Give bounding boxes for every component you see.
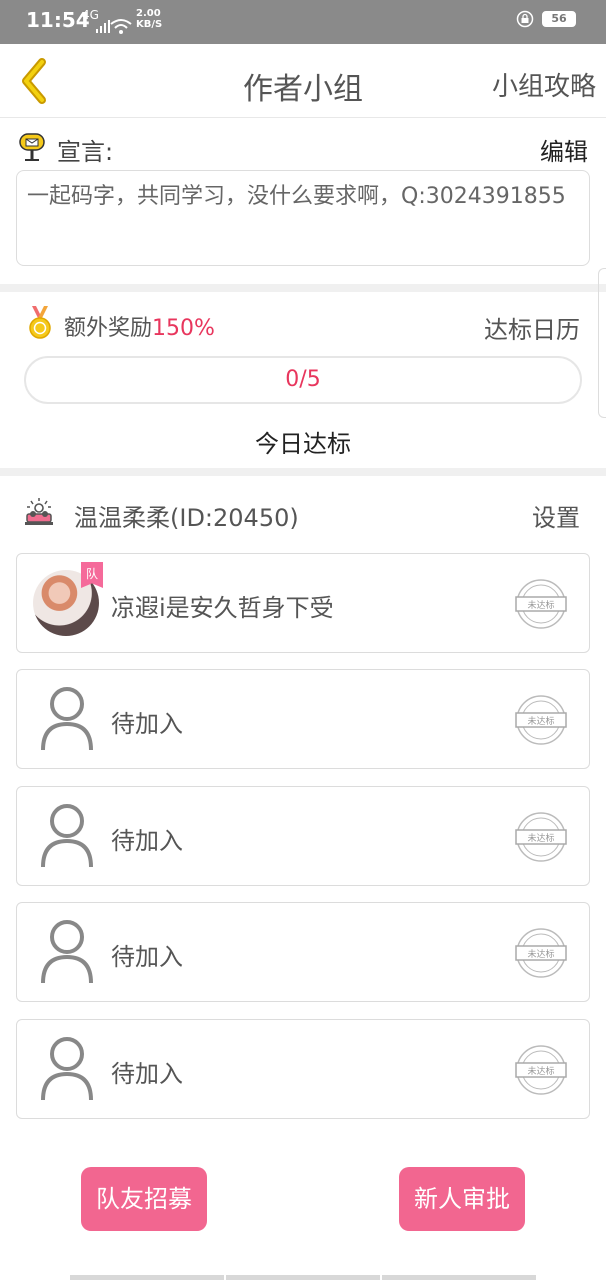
person-placeholder-icon: [41, 1037, 93, 1101]
reward-section: 额外奖励150% 达标日历 0/5 今日达标: [0, 292, 606, 468]
stamp-text: 未达标: [527, 832, 554, 844]
person-placeholder-icon: [41, 804, 93, 868]
mailbox-icon: [19, 133, 45, 161]
status-time: 11:54: [26, 8, 90, 32]
person-placeholder-icon: [41, 687, 93, 751]
not-reached-stamp-icon: 未达标: [515, 812, 567, 862]
stamp-text: 未达标: [527, 1065, 554, 1077]
team-name: 温温柔柔(ID:20450): [74, 504, 299, 532]
member-name: 待加入: [111, 710, 183, 738]
reward-label-text: 额外奖励: [64, 316, 153, 341]
recruit-teammates-button[interactable]: 队友招募: [81, 1167, 207, 1231]
new-member-approval-button[interactable]: 新人审批: [399, 1167, 525, 1231]
progress-text: 0/5: [285, 367, 321, 392]
edit-button[interactable]: 编辑: [540, 132, 588, 167]
member-card-pending[interactable]: 待加入 未达标: [16, 1019, 590, 1119]
member-name: 凉遐i是安久哲身下受: [111, 594, 334, 622]
not-reached-stamp-icon: 未达标: [515, 695, 567, 745]
daily-progress-bar: 0/5: [24, 356, 582, 404]
today-target-label: 今日达标: [255, 430, 351, 458]
manifesto-label: 宣言:: [57, 138, 114, 166]
stamp-text: 未达标: [527, 715, 554, 727]
manifesto-section: 宣言: 编辑 一起码字，共同学习，没什么要求啊，Q:3024391855: [0, 118, 606, 284]
team-icon: [25, 498, 53, 525]
status-bar: 11:54 4G 2.00 KB/S 56: [0, 0, 606, 44]
stamp-text: 未达标: [527, 599, 554, 611]
member-name: 待加入: [111, 827, 183, 855]
member-card[interactable]: 队 凉遐i是安久哲身下受 未达标: [16, 553, 590, 653]
extra-reward-label: 额外奖励150%: [64, 310, 215, 342]
section-divider: [0, 468, 606, 476]
stamp-text: 未达标: [527, 948, 554, 960]
not-reached-stamp-icon: 未达标: [515, 579, 567, 629]
status-right: 56: [516, 10, 576, 28]
member-card-pending[interactable]: 待加入 未达标: [16, 786, 590, 886]
side-drawer-handle[interactable]: [598, 268, 606, 418]
battery-icon: 56: [542, 11, 576, 27]
signal-icon: [96, 20, 110, 33]
not-reached-stamp-icon: 未达标: [515, 928, 567, 978]
group-guide-link[interactable]: 小组攻略: [492, 66, 596, 103]
speed-unit: KB/S: [136, 19, 163, 30]
person-placeholder-icon: [41, 920, 93, 984]
wifi-icon: [110, 19, 132, 34]
bottom-nav-bar: [70, 1275, 536, 1280]
calendar-link[interactable]: 达标日历: [484, 310, 580, 345]
medal-icon: [29, 306, 51, 339]
speed-value: 2.00: [136, 8, 161, 19]
reward-percent: 150%: [152, 316, 215, 341]
section-divider: [0, 284, 606, 292]
settings-link[interactable]: 设置: [532, 498, 580, 533]
team-header: 温温柔柔(ID:20450) 设置: [0, 476, 606, 546]
member-card-pending[interactable]: 待加入 未达标: [16, 902, 590, 1002]
manifesto-text: 一起码字，共同学习，没什么要求啊，Q:3024391855: [16, 170, 590, 266]
member-name: 待加入: [111, 943, 183, 971]
lock-rotation-icon: [516, 10, 534, 28]
app-header: 作者小组 小组攻略: [0, 44, 606, 118]
network-speed: 2.00 KB/S: [136, 8, 162, 30]
not-reached-stamp-icon: 未达标: [515, 1045, 567, 1095]
member-card-pending[interactable]: 待加入 未达标: [16, 669, 590, 769]
member-name: 待加入: [111, 1060, 183, 1088]
